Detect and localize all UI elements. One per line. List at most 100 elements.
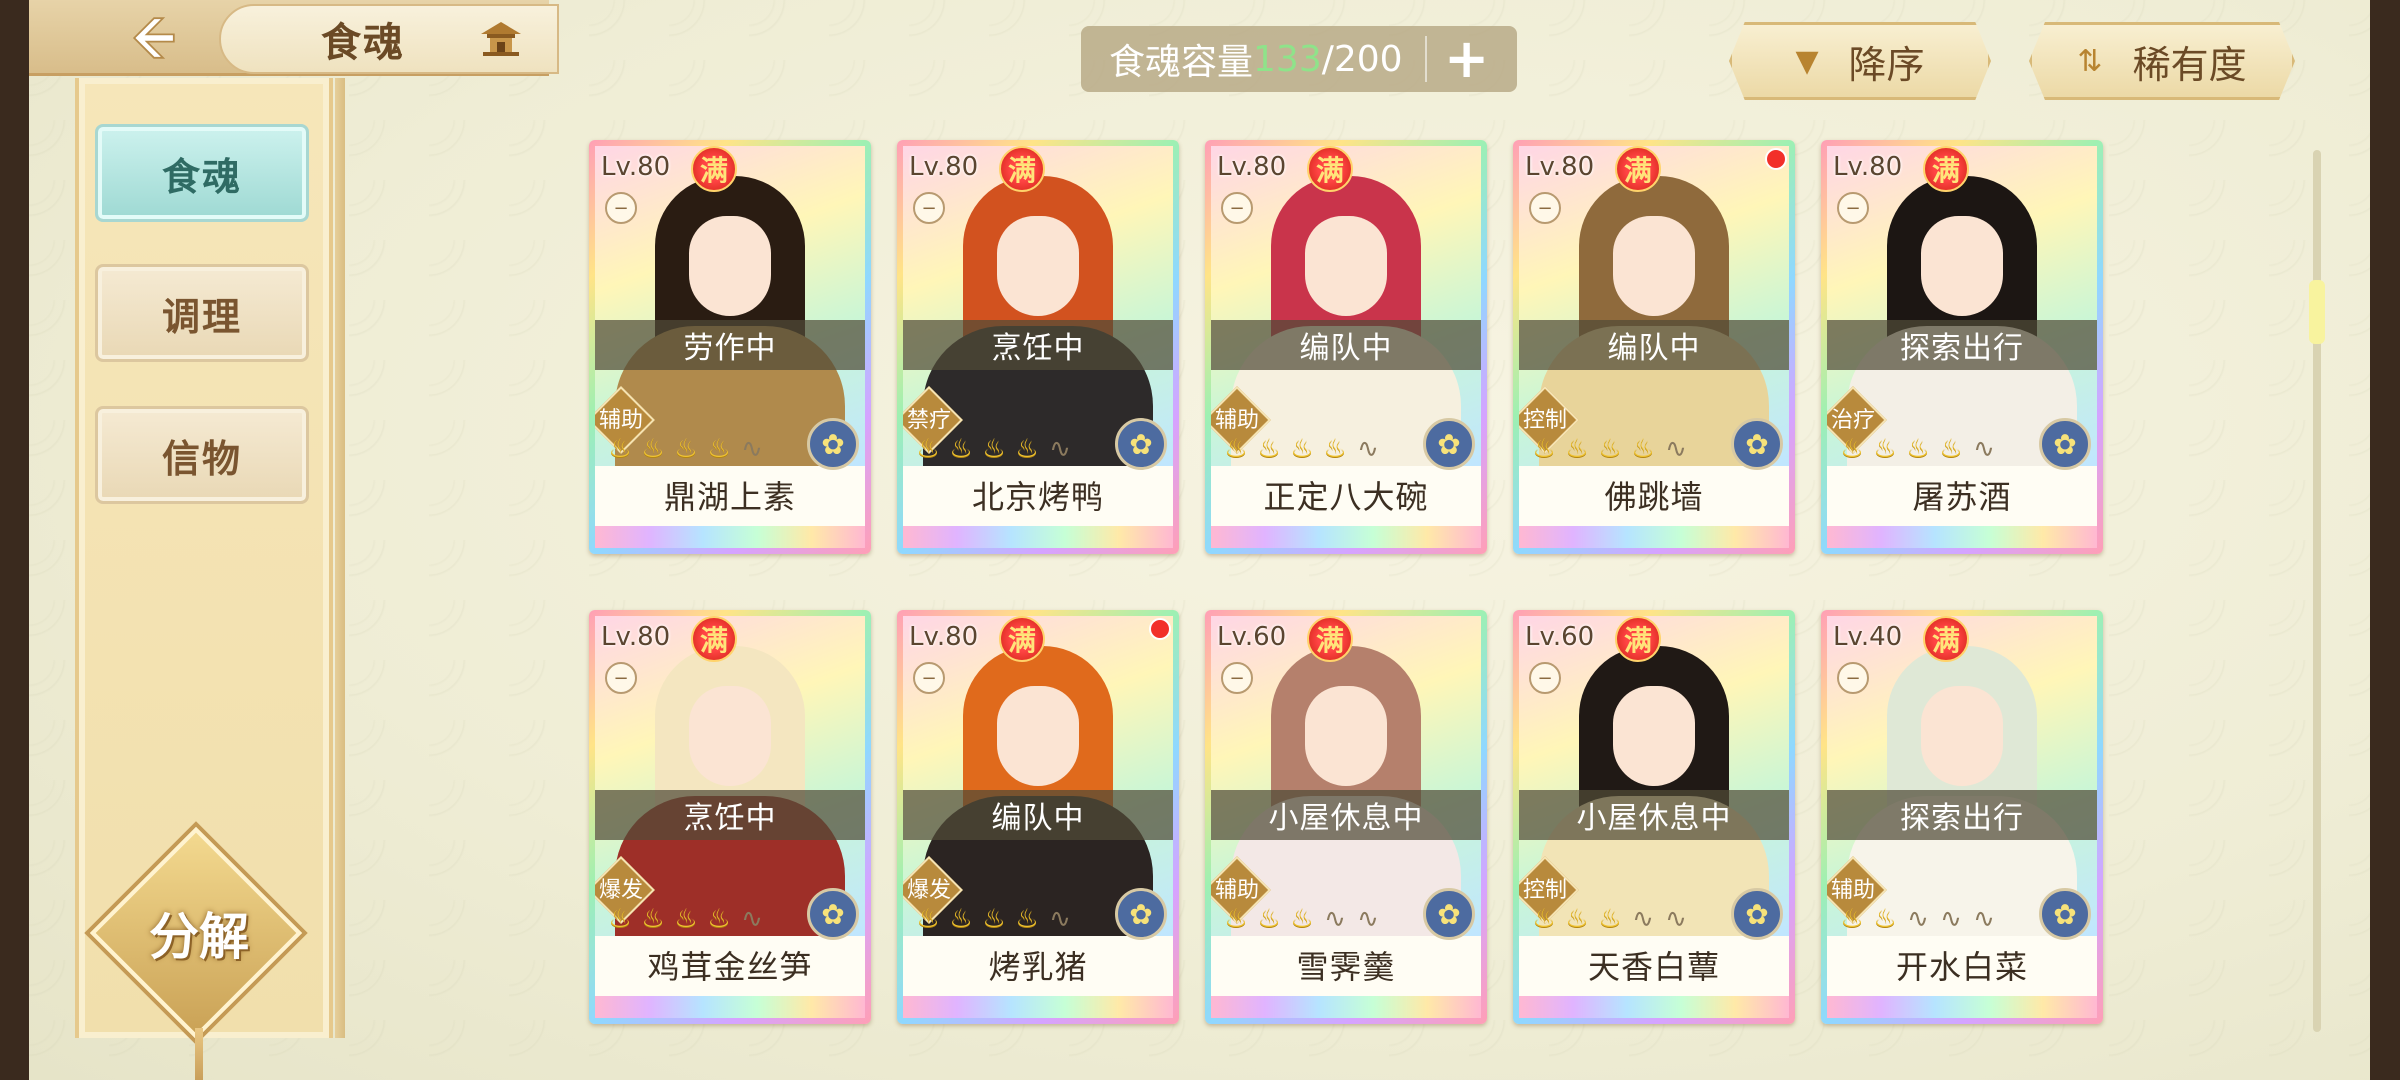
rarity-flame-filled-icon: ♨ xyxy=(674,904,698,934)
rarity-flame-filled-icon: ♨ xyxy=(1598,904,1622,934)
card-level: Lv.80 xyxy=(601,622,671,652)
element-flower-icon: ✿ xyxy=(1731,418,1783,470)
card-status: 编队中 xyxy=(1519,320,1789,370)
food-soul-card[interactable]: Lv.60 满 − 小屋休息中 辅助 ♨ ♨ ♨ ∿ ∿ ✿ 雪霁羹 xyxy=(1205,610,1487,1024)
food-soul-card[interactable]: Lv.80 满 − 编队中 辅助 ♨ ♨ ♨ ♨ ∿ ✿ 正定八大碗 xyxy=(1205,140,1487,554)
rarity-flames: ♨ ♨ ♨ ♨ ∿ xyxy=(913,902,1075,932)
portrait-face xyxy=(689,216,771,316)
card-body: Lv.60 满 − 小屋休息中 辅助 ♨ ♨ ♨ ∿ ∿ ✿ 雪霁羹 xyxy=(1211,616,1481,1018)
rarity-flame-filled-icon: ♨ xyxy=(982,434,1006,464)
rarity-flame-empty-icon: ∿ xyxy=(1049,904,1071,934)
card-name: 雪霁羹 xyxy=(1296,948,1396,986)
max-level-badge: 满 xyxy=(691,146,737,192)
card-rainbow-border xyxy=(1519,526,1789,548)
card-status: 劳作中 xyxy=(595,320,865,370)
bond-icon: − xyxy=(1837,192,1869,224)
portrait-face xyxy=(689,686,771,786)
card-body: Lv.80 满 − 编队中 爆发 ♨ ♨ ♨ ♨ ∿ ✿ 烤乳猪 xyxy=(903,616,1173,1018)
max-level-badge: 满 xyxy=(1923,616,1969,662)
rarity-flame-filled-icon: ♨ xyxy=(707,904,731,934)
tab-keepsake[interactable]: 信物 xyxy=(95,406,309,504)
sort-order-button[interactable]: ▼ 降序 xyxy=(1729,22,1991,100)
card-name: 鸡茸金丝笋 xyxy=(647,948,813,986)
scrollbar-thumb[interactable] xyxy=(2309,280,2325,344)
sort-key-button[interactable]: ⇅ 稀有度 xyxy=(2029,22,2295,100)
food-soul-card[interactable]: Lv.60 满 − 小屋休息中 控制 ♨ ♨ ♨ ∿ ∿ ✿ 天香白蕈 xyxy=(1513,610,1795,1024)
card-body: Lv.80 满 − 烹饪中 禁疗 ♨ ♨ ♨ ♨ ∿ ✿ 北京烤鸭 xyxy=(903,146,1173,548)
sort-key-label: 稀有度 xyxy=(2132,42,2247,87)
card-body: Lv.80 满 − 编队中 控制 ♨ ♨ ♨ ♨ ∿ ✿ 佛跳墙 xyxy=(1519,146,1789,548)
card-status: 小屋休息中 xyxy=(1519,790,1789,840)
swap-arrows-icon: ⇅ xyxy=(2077,43,2103,79)
card-rainbow-border xyxy=(595,996,865,1018)
rarity-flame-empty-icon: ∿ xyxy=(1632,904,1654,934)
rarity-flames: ♨ ♨ ♨ ♨ ∿ xyxy=(913,432,1075,462)
card-name: 烤乳猪 xyxy=(988,948,1088,986)
bond-icon: − xyxy=(605,192,637,224)
portrait-face xyxy=(1613,216,1695,316)
decompose-label[interactable]: 分解 xyxy=(119,898,279,968)
food-soul-card[interactable]: Lv.80 满 − 探索出行 治疗 ♨ ♨ ♨ ♨ ∿ ✿ 屠苏酒 xyxy=(1821,140,2103,554)
card-body: Lv.80 满 − 劳作中 辅助 ♨ ♨ ♨ ♨ ∿ ✿ 鼎湖上素 xyxy=(595,146,865,548)
food-soul-card[interactable]: Lv.80 满 − 烹饪中 禁疗 ♨ ♨ ♨ ♨ ∿ ✿ 北京烤鸭 xyxy=(897,140,1179,554)
rarity-flame-filled-icon: ♨ xyxy=(1532,904,1556,934)
down-triangle-icon: ▼ xyxy=(1795,43,1819,79)
card-rainbow-border xyxy=(903,526,1173,548)
card-level: Lv.80 xyxy=(1833,152,1903,182)
rarity-flame-filled-icon: ♨ xyxy=(1939,434,1963,464)
food-soul-card[interactable]: Lv.80 满 − 编队中 爆发 ♨ ♨ ♨ ♨ ∿ ✿ 烤乳猪 xyxy=(897,610,1179,1024)
card-level: Lv.40 xyxy=(1833,622,1903,652)
rarity-flame-filled-icon: ♨ xyxy=(1290,904,1314,934)
portrait-face xyxy=(1613,686,1695,786)
rarity-flame-filled-icon: ♨ xyxy=(707,434,731,464)
card-body: Lv.80 满 − 编队中 辅助 ♨ ♨ ♨ ♨ ∿ ✿ 正定八大碗 xyxy=(1211,146,1481,548)
add-capacity-button[interactable]: + xyxy=(1437,29,1497,89)
card-body: Lv.60 满 − 小屋休息中 控制 ♨ ♨ ♨ ∿ ∿ ✿ 天香白蕈 xyxy=(1519,616,1789,1018)
bond-icon: − xyxy=(913,192,945,224)
max-level-badge: 满 xyxy=(1307,146,1353,192)
max-level-badge: 满 xyxy=(999,146,1045,192)
food-soul-card[interactable]: Lv.40 满 − 探索出行 辅助 ♨ ♨ ∿ ∿ ∿ ✿ 开水白菜 xyxy=(1821,610,2103,1024)
role-label: 控制 xyxy=(1522,408,1567,433)
capacity-label: 食魂容量 xyxy=(1109,42,1254,83)
card-status: 编队中 xyxy=(903,790,1173,840)
tab-conditioning[interactable]: 调理 xyxy=(95,264,309,362)
back-button[interactable] xyxy=(119,10,189,66)
back-arrow-icon xyxy=(132,17,175,59)
role-label: 治疗 xyxy=(1830,408,1875,433)
capacity-divider xyxy=(1424,36,1427,82)
role-label: 禁疗 xyxy=(906,408,951,433)
rarity-flame-empty-icon: ∿ xyxy=(1049,434,1071,464)
role-label: 爆发 xyxy=(906,878,951,903)
rarity-flame-filled-icon: ♨ xyxy=(1565,904,1589,934)
rarity-flame-filled-icon: ♨ xyxy=(1873,434,1897,464)
role-label: 辅助 xyxy=(598,408,643,433)
header-bar: 食魂 xyxy=(29,0,559,76)
element-flower-icon: ✿ xyxy=(2039,888,2091,940)
role-label: 辅助 xyxy=(1214,408,1259,433)
role-label: 控制 xyxy=(1522,878,1567,903)
card-rainbow-border xyxy=(903,996,1173,1018)
capacity-display: 食魂容量 133 /200 + xyxy=(1081,26,1517,92)
rarity-flame-empty-icon: ∿ xyxy=(741,434,763,464)
food-soul-card[interactable]: Lv.80 满 − 编队中 控制 ♨ ♨ ♨ ♨ ∿ ✿ 佛跳墙 xyxy=(1513,140,1795,554)
food-soul-card[interactable]: Lv.80 满 − 劳作中 辅助 ♨ ♨ ♨ ♨ ∿ ✿ 鼎湖上素 xyxy=(589,140,871,554)
notification-dot xyxy=(1149,618,1171,640)
rarity-flame-filled-icon: ♨ xyxy=(982,904,1006,934)
home-pavilion-icon[interactable] xyxy=(477,18,525,60)
tab-food-soul[interactable]: 食魂 xyxy=(95,124,309,222)
card-level: Lv.80 xyxy=(1525,152,1595,182)
bond-icon: − xyxy=(605,662,637,694)
bond-icon: − xyxy=(1529,662,1561,694)
rarity-flame-filled-icon: ♨ xyxy=(1532,434,1556,464)
card-body: Lv.40 满 − 探索出行 辅助 ♨ ♨ ∿ ∿ ∿ ✿ 开水白菜 xyxy=(1827,616,2097,1018)
food-soul-card[interactable]: Lv.80 满 − 烹饪中 爆发 ♨ ♨ ♨ ♨ ∿ ✿ 鸡茸金丝笋 xyxy=(589,610,871,1024)
rarity-flame-empty-icon: ∿ xyxy=(1973,904,1995,934)
card-level: Lv.80 xyxy=(909,152,979,182)
card-rainbow-border xyxy=(1211,996,1481,1018)
element-flower-icon: ✿ xyxy=(2039,418,2091,470)
tab-keepsake-label: 信物 xyxy=(161,436,242,481)
rarity-flame-filled-icon: ♨ xyxy=(1873,904,1897,934)
element-flower-icon: ✿ xyxy=(1423,418,1475,470)
card-name: 正定八大碗 xyxy=(1263,478,1429,516)
